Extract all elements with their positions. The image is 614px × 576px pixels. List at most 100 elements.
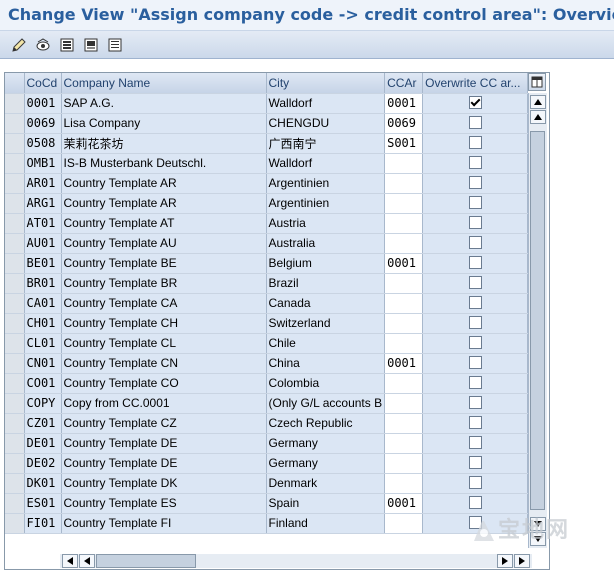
scroll-right-arrow-icon[interactable]: [514, 554, 530, 568]
column-header-overwrite[interactable]: Overwrite CC ar...: [422, 73, 529, 94]
row-selector[interactable]: [5, 93, 25, 114]
table-row[interactable]: 0508 茉莉花茶坊 广西南宁 S001: [5, 133, 529, 154]
cell-ccar-input[interactable]: [384, 293, 424, 314]
overwrite-checkbox[interactable]: [468, 376, 482, 389]
cell-ccar-input[interactable]: [384, 313, 424, 334]
table-row[interactable]: OMB1 IS-B Musterbank Deutschl. Walldorf: [5, 153, 529, 174]
cell-ccar-input[interactable]: [384, 213, 424, 234]
overwrite-checkbox[interactable]: [468, 496, 482, 509]
table-row[interactable]: COPY Copy from CC.0001 (Only G/L accounts …: [5, 393, 529, 414]
vertical-scrollbar[interactable]: [528, 93, 547, 548]
page-up-arrow-icon[interactable]: [530, 110, 546, 124]
table-row[interactable]: CO01 Country Template CO Colombia: [5, 373, 529, 394]
cell-ccar-input[interactable]: [384, 233, 424, 254]
row-selector[interactable]: [5, 213, 25, 234]
table-row[interactable]: CH01 Country Template CH Switzerland: [5, 313, 529, 334]
cell-ccar-input[interactable]: [384, 453, 424, 474]
select-all-icon[interactable]: [57, 35, 77, 54]
horizontal-scrollbar[interactable]: [60, 554, 532, 568]
overwrite-checkbox[interactable]: [468, 396, 482, 409]
table-row[interactable]: CA01 Country Template CA Canada: [5, 293, 529, 314]
table-row[interactable]: BE01 Country Template BE Belgium 0001: [5, 253, 529, 274]
cell-ccar-input[interactable]: 0001: [384, 353, 424, 374]
cell-ccar-input[interactable]: S001: [384, 133, 424, 154]
horizontal-scrollbar-thumb[interactable]: [96, 554, 196, 568]
row-selector[interactable]: [5, 293, 25, 314]
row-selector[interactable]: [5, 153, 25, 174]
table-row[interactable]: DE01 Country Template DE Germany: [5, 433, 529, 454]
column-header-ccar[interactable]: CCAr: [384, 73, 424, 94]
row-selector[interactable]: [5, 393, 25, 414]
table-row[interactable]: FI01 Country Template FI Finland: [5, 513, 529, 534]
overwrite-checkbox[interactable]: [468, 456, 482, 469]
table-settings-icon[interactable]: [528, 73, 546, 91]
table-row[interactable]: DE02 Country Template DE Germany: [5, 453, 529, 474]
overwrite-checkbox[interactable]: [468, 256, 482, 269]
scrollbar-thumb[interactable]: [530, 131, 545, 510]
table-row[interactable]: CZ01 Country Template CZ Czech Republic: [5, 413, 529, 434]
row-selector[interactable]: [5, 413, 25, 434]
table-row[interactable]: CN01 Country Template CN China 0001: [5, 353, 529, 374]
table-row[interactable]: 0001 SAP A.G. Walldorf 0001: [5, 93, 529, 114]
deselect-all-icon[interactable]: [105, 35, 125, 54]
overwrite-checkbox[interactable]: [468, 416, 482, 429]
row-selector[interactable]: [5, 513, 25, 534]
cell-ccar-input[interactable]: [384, 333, 424, 354]
cell-ccar-input[interactable]: 0001: [384, 93, 424, 114]
page-left-arrow-icon[interactable]: [79, 554, 95, 568]
table-row[interactable]: BR01 Country Template BR Brazil: [5, 273, 529, 294]
row-selector[interactable]: [5, 373, 25, 394]
overwrite-checkbox[interactable]: [468, 476, 482, 489]
overwrite-checkbox[interactable]: [468, 236, 482, 249]
overwrite-checkbox[interactable]: [468, 96, 482, 109]
table-row[interactable]: AR01 Country Template AR Argentinien: [5, 173, 529, 194]
row-selector[interactable]: [5, 113, 25, 134]
overwrite-checkbox[interactable]: [468, 296, 482, 309]
overwrite-checkbox[interactable]: [468, 156, 482, 169]
row-selector[interactable]: [5, 193, 25, 214]
table-row[interactable]: ARG1 Country Template AR Argentinien: [5, 193, 529, 214]
row-selector[interactable]: [5, 273, 25, 294]
cell-ccar-input[interactable]: [384, 153, 424, 174]
row-selector[interactable]: [5, 433, 25, 454]
overwrite-checkbox[interactable]: [468, 356, 482, 369]
display-change-icon[interactable]: [33, 35, 53, 54]
cell-ccar-input[interactable]: 0001: [384, 253, 424, 274]
edit-icon[interactable]: [9, 35, 29, 54]
scroll-up-arrow-icon[interactable]: [530, 95, 546, 109]
table-row[interactable]: DK01 Country Template DK Denmark: [5, 473, 529, 494]
column-header-cocd[interactable]: CoCd: [24, 73, 62, 94]
table-row[interactable]: ES01 Country Template ES Spain 0001: [5, 493, 529, 514]
row-selector[interactable]: [5, 133, 25, 154]
cell-ccar-input[interactable]: [384, 433, 424, 454]
table-row[interactable]: AU01 Country Template AU Australia: [5, 233, 529, 254]
overwrite-checkbox[interactable]: [468, 276, 482, 289]
row-selector[interactable]: [5, 493, 25, 514]
overwrite-checkbox[interactable]: [468, 116, 482, 129]
cell-ccar-input[interactable]: [384, 473, 424, 494]
overwrite-checkbox[interactable]: [468, 196, 482, 209]
cell-ccar-input[interactable]: [384, 273, 424, 294]
scroll-left-arrow-icon[interactable]: [62, 554, 78, 568]
overwrite-checkbox[interactable]: [468, 136, 482, 149]
select-block-icon[interactable]: [81, 35, 101, 54]
row-selector[interactable]: [5, 333, 25, 354]
cell-ccar-input[interactable]: [384, 173, 424, 194]
overwrite-checkbox[interactable]: [468, 316, 482, 329]
cell-ccar-input[interactable]: [384, 373, 424, 394]
row-selector[interactable]: [5, 173, 25, 194]
cell-ccar-input[interactable]: [384, 513, 424, 534]
cell-ccar-input[interactable]: [384, 193, 424, 214]
cell-ccar-input[interactable]: 0001: [384, 493, 424, 514]
table-row[interactable]: 0069 Lisa Company CHENGDU 0069: [5, 113, 529, 134]
page-right-arrow-icon[interactable]: [497, 554, 513, 568]
overwrite-checkbox[interactable]: [468, 436, 482, 449]
table-row[interactable]: CL01 Country Template CL Chile: [5, 333, 529, 354]
row-selector[interactable]: [5, 313, 25, 334]
row-selector[interactable]: [5, 233, 25, 254]
overwrite-checkbox[interactable]: [468, 176, 482, 189]
overwrite-checkbox[interactable]: [468, 336, 482, 349]
row-selector[interactable]: [5, 253, 25, 274]
cell-ccar-input[interactable]: [384, 413, 424, 434]
row-selector[interactable]: [5, 353, 25, 374]
